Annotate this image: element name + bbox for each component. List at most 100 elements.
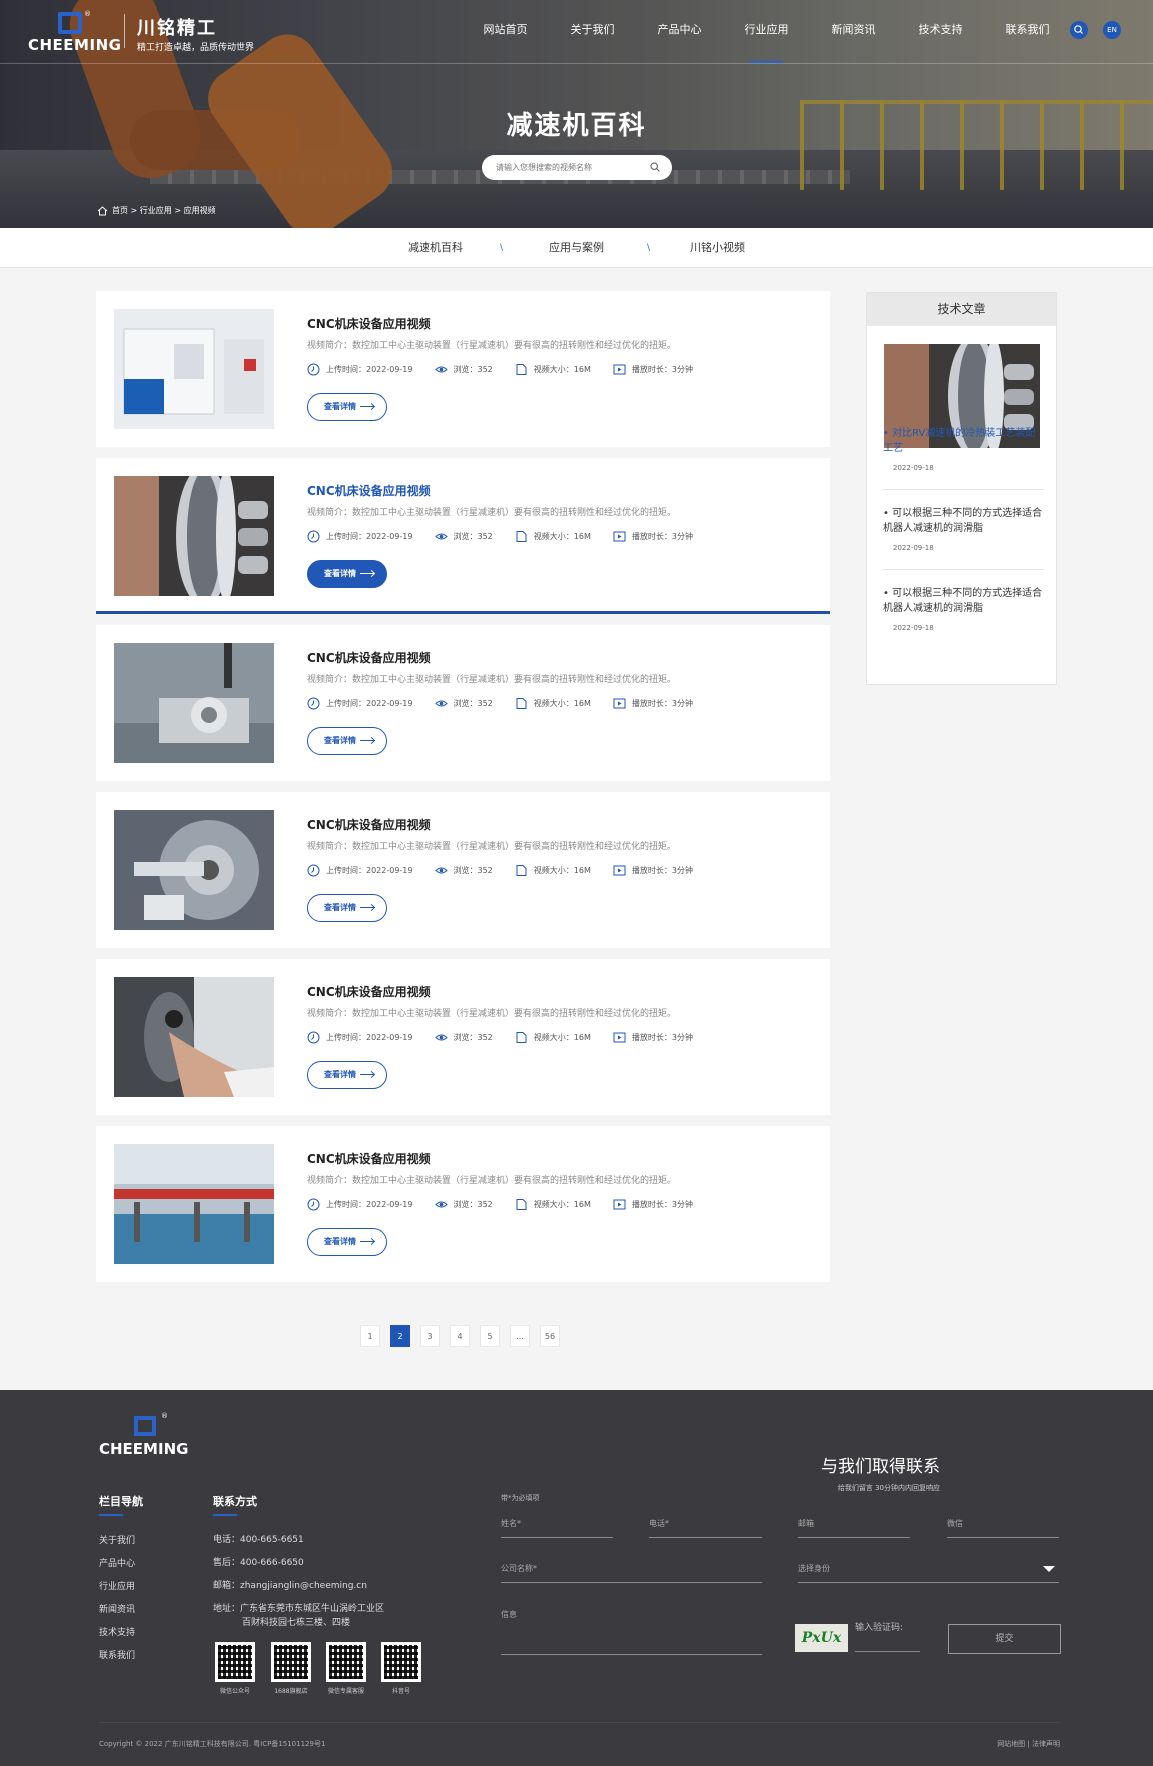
sidebar-article-title[interactable]: • 可以根据三种不同的方式选择适合机器人减速机的润滑脂 xyxy=(883,586,1045,616)
eye-icon xyxy=(434,700,448,707)
video-title[interactable]: CNC机床设备应用视频 xyxy=(307,482,431,499)
page-button[interactable]: 56 xyxy=(540,1325,560,1347)
eye-icon xyxy=(434,533,448,540)
qr-code: 微信公众号 xyxy=(215,1642,255,1695)
view-details-label: 查看详情 xyxy=(324,402,356,411)
page-button[interactable]: 3 xyxy=(420,1325,440,1347)
video-title[interactable]: CNC机床设备应用视频 xyxy=(307,816,431,833)
file-icon xyxy=(516,1032,527,1043)
home-icon[interactable] xyxy=(97,205,108,216)
play-icon xyxy=(613,364,626,375)
company-field[interactable]: 公司名称* xyxy=(501,1563,762,1583)
submit-button[interactable]: 提交 xyxy=(948,1624,1061,1654)
video-size-text: 视频大小：16M xyxy=(533,1033,591,1042)
captcha-input[interactable]: 输入验证码: xyxy=(855,1620,920,1652)
clock-icon xyxy=(307,530,320,543)
search-input[interactable] xyxy=(482,155,632,180)
view-details-button[interactable]: 查看详情 xyxy=(307,894,387,922)
breadcrumb-text[interactable]: 首页 > 行业应用 > 应用视频 xyxy=(112,205,216,216)
view-details-button[interactable]: 查看详情 xyxy=(307,727,387,755)
video-card[interactable]: CNC机床设备应用视频 视频简介：数控加工中心主驱动装置（行星减速机）要有很高的扭… xyxy=(96,458,830,614)
page-button[interactable]: 2 xyxy=(390,1325,410,1347)
email-field[interactable]: 邮箱 xyxy=(798,1518,910,1538)
nav-home[interactable]: 网站首页 xyxy=(462,0,549,63)
footer-links[interactable]: 网站地图 | 法律声明 xyxy=(997,1739,1060,1749)
footer-logo[interactable]: ® CHEEMING xyxy=(99,1412,189,1462)
arrow-right-icon xyxy=(360,573,374,574)
sidebar-article[interactable]: • 可以根据三种不同的方式选择适合机器人减速机的润滑脂 2022-09-18 xyxy=(883,506,1045,552)
view-details-label: 查看详情 xyxy=(324,736,356,745)
subnav-separator: \ xyxy=(500,243,504,253)
search-icon[interactable] xyxy=(650,162,660,172)
video-card[interactable]: CNC机床设备应用视频视频简介：数控加工中心主驱动装置（行星减速机）要有很高的扭… xyxy=(96,792,830,948)
video-title[interactable]: CNC机床设备应用视频 xyxy=(307,983,431,1000)
nav-about[interactable]: 关于我们 xyxy=(549,0,636,63)
video-description: 视频简介：数控加工中心主驱动装置（行星减速机）要有很高的扭转刚性和经过优化的扭矩… xyxy=(307,842,677,852)
video-thumbnail[interactable] xyxy=(114,977,274,1097)
video-card[interactable]: CNC机床设备应用视频 视频简介：数控加工中心主驱动装置（行星减速机）要有很高的扭… xyxy=(96,1126,830,1282)
name-field[interactable]: 姓名* xyxy=(501,1518,613,1538)
footer-nav-title: 栏目导航 xyxy=(99,1495,143,1516)
page-button[interactable]: 5 xyxy=(480,1325,500,1347)
clock-icon xyxy=(307,864,320,877)
video-title[interactable]: CNC机床设备应用视频 xyxy=(307,649,431,666)
footer-nav-link[interactable]: 联系我们 xyxy=(99,1648,135,1661)
sidebar-article-title[interactable]: • 可以根据三种不同的方式选择适合机器人减速机的润滑脂 xyxy=(883,506,1045,536)
divider xyxy=(883,489,1044,490)
video-title[interactable]: CNC机床设备应用视频 xyxy=(307,1150,431,1167)
footer-nav-link[interactable]: 行业应用 xyxy=(99,1579,135,1592)
play-icon xyxy=(613,1199,626,1210)
footer-nav-link[interactable]: 新闻资讯 xyxy=(99,1602,135,1615)
page-button[interactable]: 1 xyxy=(360,1325,380,1347)
nav-support[interactable]: 技术支持 xyxy=(897,0,984,63)
video-card[interactable]: CNC机床设备应用视频 视频简介：数控加工中心主驱动装置（行星减速机）要有很高的扭… xyxy=(96,625,830,781)
page-button[interactable]: 4 xyxy=(450,1325,470,1347)
view-details-button[interactable]: 查看详情 xyxy=(307,1228,387,1256)
view-details-label: 查看详情 xyxy=(324,1237,356,1246)
view-details-button[interactable]: 查看详情 xyxy=(307,1061,387,1089)
sidebar-article-title[interactable]: • 对比RV减速机的冷热装工艺装配工艺 xyxy=(883,426,1045,456)
nav-products[interactable]: 产品中心 xyxy=(636,0,723,63)
upload-time-text: 上传时间：2022-09-19 xyxy=(326,532,413,541)
subnav-cases[interactable]: 应用与案例 xyxy=(549,228,604,268)
view-details-button[interactable]: 查看详情 xyxy=(307,560,387,588)
nav-news[interactable]: 新闻资讯 xyxy=(810,0,897,63)
phone-field[interactable]: 电话* xyxy=(649,1518,762,1538)
video-duration: 播放时长：3分钟 xyxy=(613,697,693,710)
video-card[interactable]: CNC机床设备应用视频 视频简介：数控加工中心主驱动装置（行星减速机）要有很高的扭… xyxy=(96,291,830,447)
language-toggle[interactable]: EN xyxy=(1103,21,1121,39)
captcha-image[interactable]: PxUx xyxy=(795,1624,848,1652)
footer-nav-link[interactable]: 关于我们 xyxy=(99,1533,135,1546)
video-card[interactable]: CNC机床设备应用视频 视频简介：数控加工中心主驱动装置（行星减速机）要有很高的扭… xyxy=(96,959,830,1115)
video-thumbnail[interactable] xyxy=(114,309,274,429)
logo[interactable]: ® CHEEMING xyxy=(28,10,122,54)
nav-contact[interactable]: 联系我们 xyxy=(984,0,1071,63)
identity-select[interactable]: 选择身份 xyxy=(798,1563,1059,1583)
video-thumbnail[interactable] xyxy=(114,1144,274,1264)
message-field[interactable]: 信息 xyxy=(501,1609,762,1655)
search-icon[interactable] xyxy=(1070,21,1088,39)
video-size-text: 视频大小：16M xyxy=(533,532,591,541)
sidebar-article[interactable]: • 可以根据三种不同的方式选择适合机器人减速机的润滑脂 2022-09-18 xyxy=(883,586,1045,632)
logo-mark-icon xyxy=(58,12,82,34)
video-thumbnail[interactable] xyxy=(114,476,274,596)
footer-nav-link[interactable]: 技术支持 xyxy=(99,1625,135,1638)
nav-industry[interactable]: 行业应用 xyxy=(723,0,810,63)
view-details-label: 查看详情 xyxy=(324,903,356,912)
logo-text: CHEEMING xyxy=(28,36,122,54)
subnav-encyclopedia[interactable]: 减速机百科 xyxy=(408,228,463,268)
qr-code: 抖音号 xyxy=(381,1642,421,1695)
video-title[interactable]: CNC机床设备应用视频 xyxy=(307,315,431,332)
wechat-field[interactable]: 微信 xyxy=(947,1518,1059,1538)
footer-nav-link[interactable]: 产品中心 xyxy=(99,1556,135,1569)
footer-email[interactable]: 邮箱：zhangjianglin@cheeming.cn xyxy=(213,1579,367,1593)
subnav-videos[interactable]: 川铭小视频 xyxy=(690,228,745,268)
sidebar-article[interactable]: • 对比RV减速机的冷热装工艺装配工艺 2022-09-18 xyxy=(883,426,1045,472)
eye-icon xyxy=(434,1201,448,1208)
video-thumbnail[interactable] xyxy=(114,810,274,930)
qr-code: 微信专属客服 xyxy=(326,1642,366,1695)
view-details-button[interactable]: 查看详情 xyxy=(307,393,387,421)
arrow-right-icon xyxy=(360,907,374,908)
play-icon xyxy=(613,698,626,709)
video-thumbnail[interactable] xyxy=(114,643,274,763)
